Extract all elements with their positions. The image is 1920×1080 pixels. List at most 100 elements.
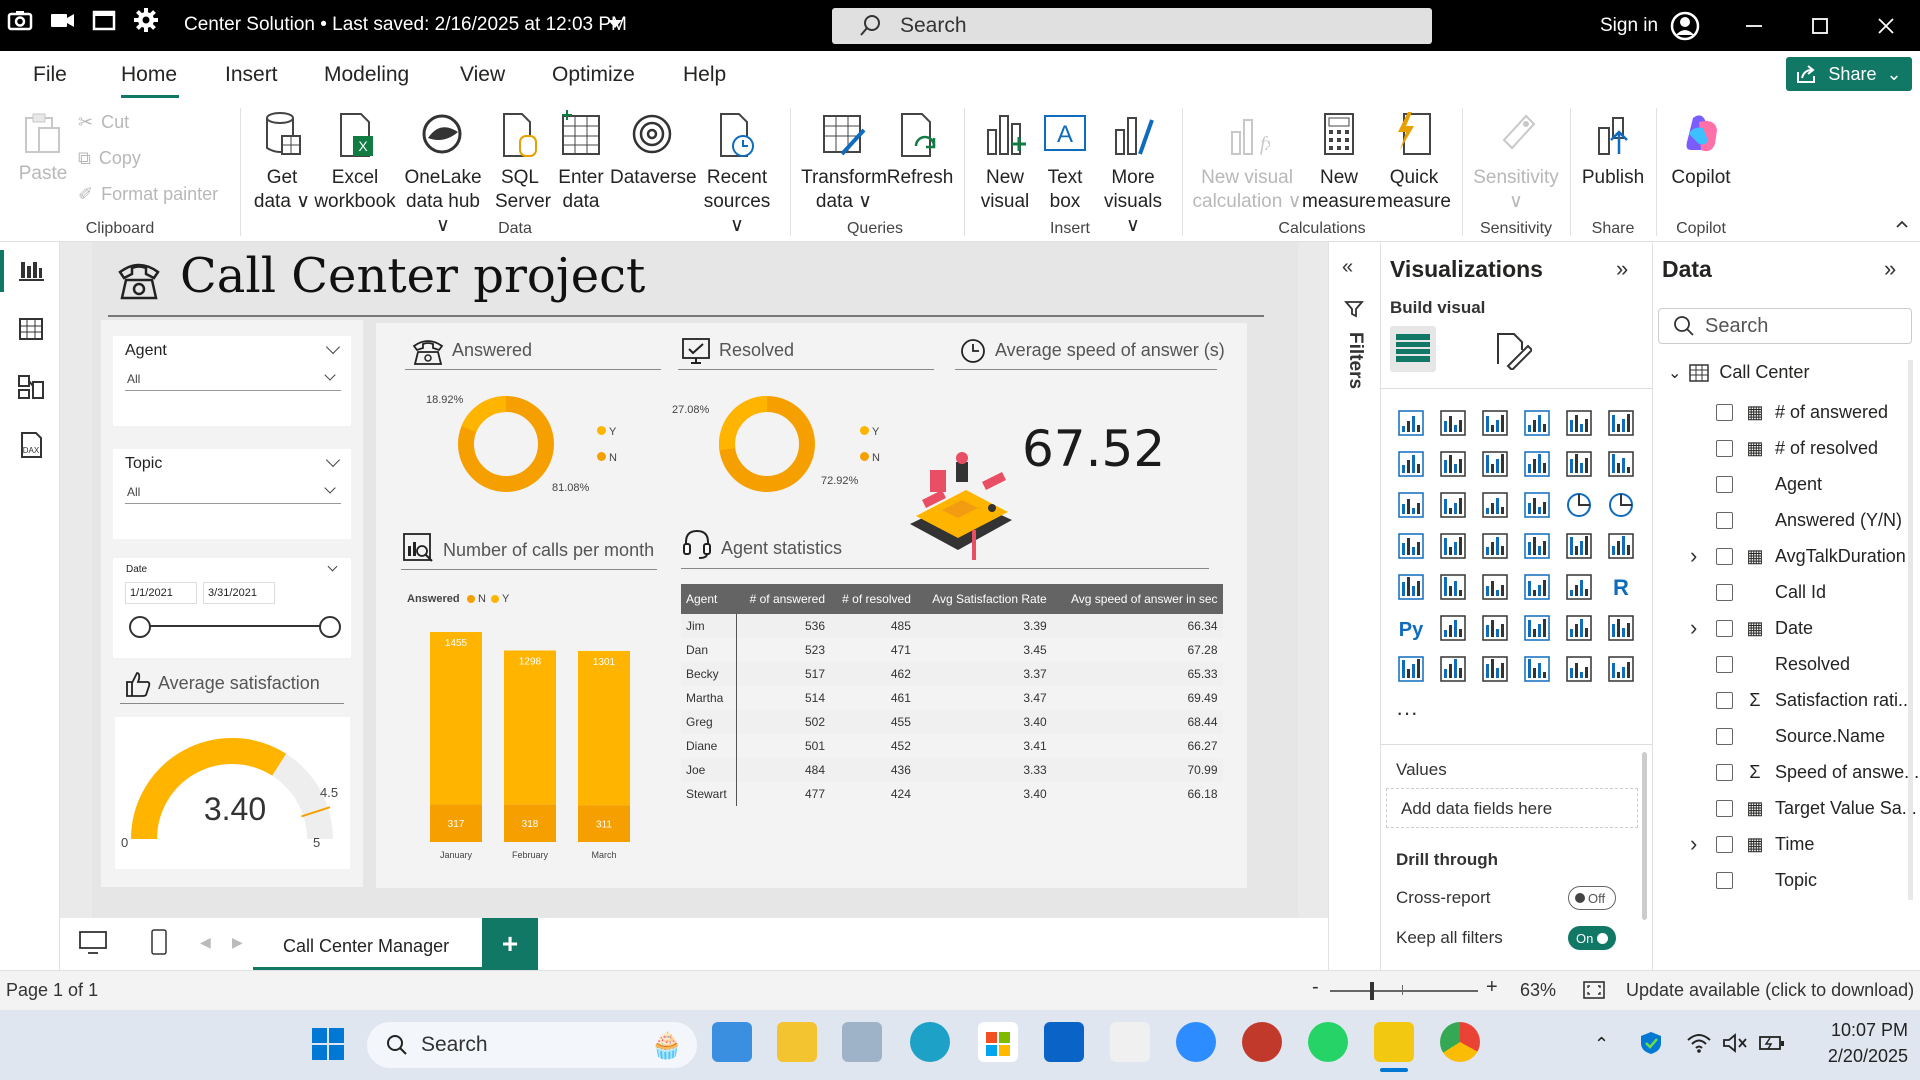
copilot-narrative-icon[interactable]: [1606, 654, 1636, 684]
map-icon[interactable]: [1438, 531, 1468, 561]
field-checkbox[interactable]: [1716, 871, 1733, 889]
sign-in-link[interactable]: Sign in: [1600, 15, 1658, 37]
chevron-right-icon[interactable]: ›: [1690, 831, 1697, 857]
kpi-icon[interactable]: [1438, 572, 1468, 602]
transform-data-button[interactable]: Transform data ∨: [800, 110, 888, 214]
recent-sources-button[interactable]: Recent sources ∨: [700, 110, 774, 238]
data-scrollbar[interactable]: [1908, 360, 1913, 900]
outlook-icon[interactable]: [1044, 1022, 1084, 1062]
cross-report-toggle[interactable]: Off: [1568, 886, 1616, 910]
100-bar-icon[interactable]: [1564, 408, 1594, 438]
field-checkbox[interactable]: [1716, 619, 1733, 637]
tab-home[interactable]: Home: [121, 63, 177, 87]
field-checkbox[interactable]: [1716, 799, 1733, 817]
table-row[interactable]: Joe 484 436 3.33 70.99: [681, 758, 1223, 782]
file-explorer-icon[interactable]: [777, 1022, 817, 1062]
r-visual-icon[interactable]: R: [1606, 572, 1636, 602]
chevron-down-icon[interactable]: [324, 369, 336, 381]
zoom-slider-thumb[interactable]: [1370, 982, 1374, 1000]
multi-row-card-icon[interactable]: [1396, 572, 1426, 602]
scroll-left-icon[interactable]: ◀: [200, 934, 211, 951]
field-resolved[interactable]: Resolved: [1716, 649, 1850, 679]
table-row[interactable]: Jim 536 485 3.39 66.34: [681, 614, 1223, 638]
field-checkbox[interactable]: [1716, 403, 1733, 421]
table-visual-icon[interactable]: [1522, 572, 1552, 602]
date-slider-start-handle[interactable]: [129, 616, 151, 638]
format-painter-button[interactable]: ✐ Format painter: [78, 184, 218, 205]
field-time[interactable]: › ▦ Time: [1690, 829, 1814, 859]
paginated-report-icon[interactable]: [1396, 654, 1426, 684]
tab-view[interactable]: View: [460, 63, 505, 87]
table-header-cell[interactable]: # of answered: [736, 584, 830, 614]
table-row[interactable]: Diane 501 452 3.41 66.27: [681, 734, 1223, 758]
power-bi-icon[interactable]: [1374, 1022, 1414, 1062]
arcgis-icon[interactable]: [1522, 654, 1552, 684]
tab-optimize[interactable]: Optimize: [552, 63, 635, 87]
table-node-call-center[interactable]: ⌄ Call Center: [1668, 362, 1809, 383]
key-influencers-icon[interactable]: [1438, 613, 1468, 643]
chevron-right-icon[interactable]: ›: [1690, 615, 1697, 641]
quick-measure-button[interactable]: Quick measure: [1374, 110, 1454, 214]
text-box-button[interactable]: A Text box: [1040, 110, 1090, 214]
scatter-icon[interactable]: [1522, 490, 1552, 520]
field-call-id[interactable]: Call Id: [1716, 577, 1826, 607]
whatsapp-icon[interactable]: [1308, 1022, 1348, 1062]
donut-chart-icon[interactable]: [1606, 490, 1636, 520]
onelake-button[interactable]: OneLake data hub ∨: [402, 110, 484, 238]
field-date[interactable]: › ▦ Date: [1690, 613, 1813, 643]
build-visual-tab[interactable]: [1390, 326, 1436, 372]
zoom-app-icon[interactable]: [1176, 1022, 1216, 1062]
decomposition-tree-icon[interactable]: [1480, 613, 1510, 643]
field-checkbox[interactable]: [1716, 439, 1733, 457]
enter-data-button[interactable]: Enter data: [556, 110, 606, 214]
bar-segment-y[interactable]: [430, 632, 482, 805]
tab-file[interactable]: File: [33, 63, 67, 87]
wifi-icon[interactable]: [1686, 1032, 1712, 1054]
add-page-button[interactable]: +: [482, 918, 538, 970]
bar-segment-y[interactable]: [578, 650, 630, 806]
chevron-down-icon[interactable]: [325, 452, 341, 468]
report-view-icon[interactable]: [16, 256, 46, 286]
clustered-bar-icon[interactable]: [1480, 408, 1510, 438]
close-icon[interactable]: [1874, 14, 1898, 38]
gauge-icon[interactable]: [1564, 531, 1594, 561]
metrics-icon[interactable]: [1606, 613, 1636, 643]
agent-slicer[interactable]: Agent All: [113, 336, 351, 426]
bar-segment-y[interactable]: [504, 650, 556, 805]
qa-icon[interactable]: [1522, 613, 1552, 643]
new-visual-calculation-button[interactable]: fx New visual calculation ∨: [1192, 110, 1302, 214]
pie-chart-icon[interactable]: [1564, 490, 1594, 520]
filled-map-icon[interactable]: [1480, 531, 1510, 561]
table-row[interactable]: Becky 517 462 3.37 65.33: [681, 662, 1223, 686]
table-row[interactable]: Stewart 477 424 3.40 66.18: [681, 782, 1223, 806]
keep-filters-toggle[interactable]: On: [1568, 926, 1616, 950]
update-available-link[interactable]: Update available (click to download): [1626, 980, 1914, 1001]
document-title[interactable]: Center Solution • Last saved: 2/16/2025 …: [184, 14, 627, 36]
ribbon-chart-icon[interactable]: [1396, 490, 1426, 520]
slicer-icon[interactable]: [1480, 572, 1510, 602]
topic-slicer[interactable]: Topic All: [113, 449, 351, 539]
zoom-out-button[interactable]: -: [1312, 976, 1319, 999]
matrix-icon[interactable]: [1564, 572, 1594, 602]
satisfaction-gauge[interactable]: 3.40 0 5 4.5: [115, 717, 350, 869]
copy-button[interactable]: ⧉ Copy: [78, 148, 141, 169]
field-target-value-sa[interactable]: ▦ Target Value Sa...: [1716, 793, 1917, 823]
field-checkbox[interactable]: [1716, 547, 1733, 565]
topic-slicer-value[interactable]: All: [127, 485, 140, 499]
field-checkbox[interactable]: [1716, 475, 1733, 493]
maximize-icon[interactable]: [1808, 14, 1832, 38]
field-topic[interactable]: Topic: [1716, 865, 1817, 895]
edge-icon[interactable]: [910, 1022, 950, 1062]
snipping-tool-icon[interactable]: [1110, 1022, 1150, 1062]
field-checkbox[interactable]: [1716, 691, 1733, 709]
publish-button[interactable]: Publish: [1578, 110, 1648, 190]
new-visual-button[interactable]: New visual: [975, 110, 1035, 214]
data-search-input[interactable]: Search: [1658, 308, 1912, 344]
line-chart-icon[interactable]: [1396, 449, 1426, 479]
waterfall-icon[interactable]: [1438, 490, 1468, 520]
cut-button[interactable]: ✂ Cut: [78, 112, 129, 133]
filters-label[interactable]: Filters: [1342, 332, 1366, 402]
line-column-icon[interactable]: [1564, 449, 1594, 479]
chevron-down-icon[interactable]: [325, 339, 341, 355]
smart-narrative-icon[interactable]: [1564, 613, 1594, 643]
